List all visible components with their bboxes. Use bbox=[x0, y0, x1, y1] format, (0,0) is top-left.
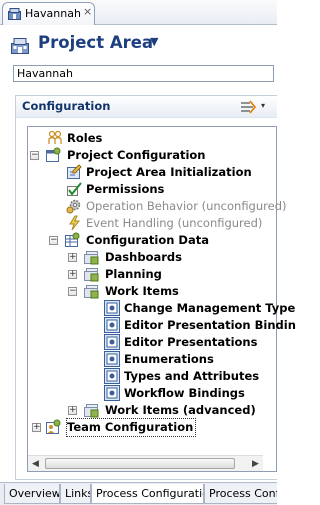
expand-toggle-icon[interactable]: + bbox=[68, 270, 77, 279]
permissions-icon bbox=[67, 182, 82, 196]
tree-item-label: Event Handling (unconfigured) bbox=[86, 216, 263, 230]
config-node-icon bbox=[104, 385, 120, 401]
tree-item-label: Project Area Initialization bbox=[86, 165, 252, 179]
collapse-toggle-icon[interactable]: − bbox=[68, 287, 77, 296]
config-node-icon bbox=[104, 300, 120, 316]
tree-item-label: Workflow Bindings bbox=[124, 386, 245, 400]
project-area-icon bbox=[11, 38, 29, 54]
tree-item-label: Planning bbox=[105, 267, 162, 281]
collapse-all-icon[interactable] bbox=[240, 100, 257, 114]
tree-item-label: Project Configuration bbox=[67, 148, 206, 162]
horizontal-scrollbar[interactable]: ◀ ▶ bbox=[28, 455, 263, 471]
expand-toggle-icon[interactable]: + bbox=[32, 423, 41, 432]
folder-icon bbox=[84, 404, 99, 418]
scroll-left-icon[interactable]: ◀ bbox=[28, 457, 43, 471]
tree-item-label: Types and Attributes bbox=[124, 369, 260, 383]
roles-icon bbox=[48, 130, 62, 144]
config-node-icon bbox=[104, 351, 120, 367]
editor-tab-label: Havannah bbox=[25, 7, 81, 20]
scroll-right-icon[interactable]: ▶ bbox=[248, 457, 263, 471]
section-menu-icon[interactable]: ▾ bbox=[261, 101, 265, 110]
folder-icon bbox=[84, 251, 99, 265]
team-configuration-icon bbox=[46, 419, 61, 434]
config-node-icon bbox=[104, 368, 120, 384]
event-handling-icon bbox=[69, 215, 81, 231]
folder-icon bbox=[84, 285, 99, 299]
chevron-down-icon[interactable]: ▼ bbox=[150, 35, 158, 48]
editor-page-tabs: Overview Links Process Configuration Pro… bbox=[0, 482, 277, 505]
tree-item-label: Configuration Data bbox=[86, 233, 209, 247]
tree-item-label: Editor Presentations bbox=[124, 335, 258, 349]
editor-tab-havannah[interactable]: Havannah × bbox=[2, 2, 95, 25]
tab-links[interactable]: Links bbox=[60, 484, 91, 504]
tree-item-label: Editor Presentation Bindin bbox=[124, 318, 296, 332]
project-name-field[interactable]: Havannah bbox=[13, 65, 274, 82]
collapse-toggle-icon[interactable]: − bbox=[30, 151, 39, 160]
section-title: Configuration bbox=[22, 99, 111, 113]
tree-item-label: Operation Behavior (unconfigured) bbox=[86, 199, 287, 213]
tab-process-configuration-source[interactable]: Process Configu bbox=[204, 484, 277, 504]
tree-item-label: Dashboards bbox=[105, 250, 182, 264]
scrollbar-thumb[interactable] bbox=[45, 458, 235, 469]
tree-item-label: Permissions bbox=[86, 182, 165, 196]
collapse-toggle-icon[interactable]: − bbox=[49, 236, 58, 245]
tree-item-label: Work Items bbox=[105, 284, 179, 298]
close-icon[interactable]: × bbox=[83, 5, 92, 18]
expand-toggle-icon[interactable]: + bbox=[68, 253, 77, 262]
page-title: Project Area bbox=[38, 33, 154, 52]
tree-item-label: Work Items (advanced) bbox=[105, 403, 256, 417]
operation-behavior-icon bbox=[66, 199, 81, 214]
tree-item-label: Team Configuration bbox=[65, 418, 197, 437]
configuration-data-icon bbox=[65, 232, 80, 247]
project-area-icon bbox=[8, 8, 21, 20]
tab-overview[interactable]: Overview bbox=[4, 484, 60, 504]
project-configuration-icon bbox=[46, 147, 61, 162]
config-node-icon bbox=[104, 317, 120, 333]
tree-item-label: Enumerations bbox=[124, 352, 214, 366]
tree-item-label: Change Management Type bbox=[124, 301, 296, 315]
config-node-icon bbox=[104, 334, 120, 350]
initialization-icon bbox=[67, 164, 82, 179]
folder-icon bbox=[84, 268, 99, 282]
tree-item-label: Roles bbox=[67, 131, 103, 145]
tab-process-configuration[interactable]: Process Configuration bbox=[91, 484, 204, 504]
expand-toggle-icon[interactable]: + bbox=[68, 406, 77, 415]
